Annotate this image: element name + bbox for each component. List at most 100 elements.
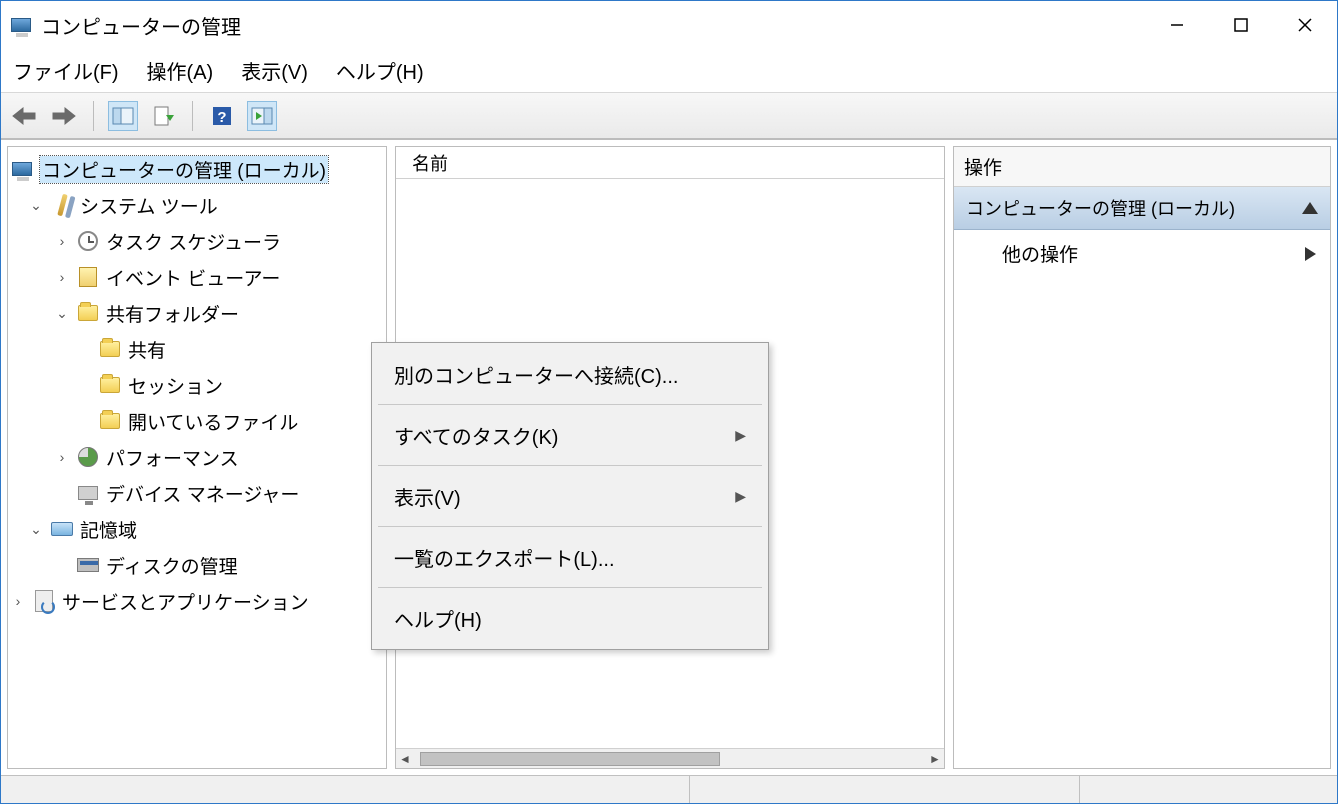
maximize-button[interactable] — [1209, 1, 1273, 49]
tree-task-scheduler[interactable]: › タスク スケジューラ — [10, 223, 384, 259]
show-hide-tree-button[interactable] — [108, 101, 138, 131]
titlebar-left: コンピューターの管理 — [9, 11, 241, 40]
tree-open-files[interactable]: 開いているファイル — [10, 403, 384, 439]
services-icon — [32, 589, 56, 613]
export-list-button[interactable] — [148, 101, 178, 131]
actions-group-header[interactable]: コンピューターの管理 (ローカル) — [954, 187, 1330, 230]
actions-pane-title: 操作 — [954, 147, 1330, 187]
minimize-icon — [1169, 17, 1185, 33]
folder-icon — [98, 337, 122, 361]
disk-icon — [76, 553, 100, 577]
tree-storage[interactable]: ⌄ 記憶域 — [10, 511, 384, 547]
collapse-icon[interactable]: ⌄ — [28, 197, 44, 214]
panel-icon — [112, 105, 134, 127]
tree-label: タスク スケジューラ — [106, 228, 281, 255]
tree-shared-folders[interactable]: ⌄ 共有フォルダー — [10, 295, 384, 331]
context-menu: 別のコンピューターへ接続(C)... すべてのタスク(K) ▶ 表示(V) ▶ … — [371, 342, 769, 650]
help-button[interactable]: ? — [207, 101, 237, 131]
ctx-view-label: 表示(V) — [394, 482, 461, 511]
context-separator — [378, 404, 762, 405]
collapse-icon[interactable]: ⌄ — [28, 521, 44, 538]
minimize-button[interactable] — [1145, 1, 1209, 49]
tree-label: 共有 — [128, 336, 166, 363]
actions-more[interactable]: 他の操作 — [954, 230, 1330, 277]
window-title: コンピューターの管理 — [41, 11, 241, 40]
folder-icon — [98, 409, 122, 433]
scroll-left-icon[interactable]: ◄ — [396, 752, 414, 766]
help-icon: ? — [211, 105, 233, 127]
arrow-right-icon — [51, 106, 77, 126]
export-icon — [152, 105, 174, 127]
expand-icon[interactable]: › — [54, 233, 70, 249]
ctx-all-tasks[interactable]: すべてのタスク(K) ▶ — [372, 408, 768, 462]
actions-pane: 操作 コンピューターの管理 (ローカル) 他の操作 — [953, 146, 1331, 769]
menubar: ファイル(F) 操作(A) 表示(V) ヘルプ(H) — [1, 49, 1337, 93]
tree-device-manager[interactable]: デバイス マネージャー — [10, 475, 384, 511]
list-header: 名前 — [396, 147, 944, 179]
tree: コンピューターの管理 (ローカル) ⌄ システム ツール › タスク スケジュー… — [8, 147, 386, 623]
column-name[interactable]: 名前 — [412, 150, 448, 176]
window-controls — [1145, 1, 1337, 49]
ctx-connect[interactable]: 別のコンピューターへ接続(C)... — [372, 347, 768, 401]
actions-group-label: コンピューターの管理 (ローカル) — [966, 195, 1235, 221]
device-icon — [76, 481, 100, 505]
scroll-right-icon[interactable]: ► — [926, 752, 944, 766]
menu-file[interactable]: ファイル(F) — [13, 56, 119, 85]
tools-icon — [50, 193, 74, 217]
tree-event-viewer[interactable]: › イベント ビューアー — [10, 259, 384, 295]
expand-icon[interactable]: › — [54, 449, 70, 465]
tree-root[interactable]: コンピューターの管理 (ローカル) — [10, 151, 384, 187]
clock-icon — [76, 229, 100, 253]
tree-services-apps[interactable]: › サービスとアプリケーション — [10, 583, 384, 619]
scrollbar-track[interactable] — [414, 752, 926, 766]
tree-performance[interactable]: › パフォーマンス — [10, 439, 384, 475]
statusbar — [1, 775, 1337, 803]
expand-icon[interactable]: › — [10, 593, 26, 609]
ctx-export-list[interactable]: 一覧のエクスポート(L)... — [372, 530, 768, 584]
tree-label: サービスとアプリケーション — [62, 588, 309, 615]
collapse-icon[interactable]: ⌄ — [54, 305, 70, 322]
close-icon — [1298, 18, 1312, 32]
status-cell — [1079, 776, 1337, 803]
status-cell — [1, 776, 689, 803]
tree-shares[interactable]: 共有 — [10, 331, 384, 367]
collapse-up-icon — [1302, 202, 1318, 214]
expand-icon[interactable]: › — [54, 269, 70, 285]
menu-help[interactable]: ヘルプ(H) — [336, 56, 424, 85]
context-separator — [378, 526, 762, 527]
ctx-help[interactable]: ヘルプ(H) — [372, 591, 768, 645]
folder-icon — [76, 301, 100, 325]
tree-system-tools[interactable]: ⌄ システム ツール — [10, 187, 384, 223]
app-icon — [9, 13, 33, 37]
toolbar-separator — [192, 101, 193, 131]
menu-action[interactable]: 操作(A) — [147, 56, 214, 85]
tree-sessions[interactable]: セッション — [10, 367, 384, 403]
context-separator — [378, 587, 762, 588]
tree-label: ディスクの管理 — [106, 552, 238, 579]
ctx-all-tasks-label: すべてのタスク(K) — [394, 421, 558, 450]
folder-icon — [98, 373, 122, 397]
ctx-export-label: 一覧のエクスポート(L)... — [394, 543, 615, 572]
tree-pane: コンピューターの管理 (ローカル) ⌄ システム ツール › タスク スケジュー… — [7, 146, 387, 769]
ctx-connect-label: 別のコンピューターへ接続(C)... — [394, 360, 678, 389]
status-cell — [689, 776, 1079, 803]
horizontal-scrollbar[interactable]: ◄ ► — [396, 748, 944, 768]
tree-root-label: コンピューターの管理 (ローカル) — [40, 156, 328, 183]
submenu-right-icon: ▶ — [735, 427, 746, 444]
show-actions-pane-button[interactable] — [247, 101, 277, 131]
scrollbar-thumb[interactable] — [420, 752, 720, 766]
tree-label: パフォーマンス — [106, 444, 239, 471]
app-window: コンピューターの管理 ファイル(F) 操作(A) 表示(V) ヘルプ(H) — [0, 0, 1338, 804]
nav-forward-button[interactable] — [49, 101, 79, 131]
close-button[interactable] — [1273, 1, 1337, 49]
nav-back-button[interactable] — [9, 101, 39, 131]
storage-icon — [50, 517, 74, 541]
tree-label: デバイス マネージャー — [106, 480, 299, 507]
svg-text:?: ? — [217, 109, 226, 126]
computer-icon — [10, 157, 34, 181]
arrow-left-icon — [11, 106, 37, 126]
tree-label: 共有フォルダー — [106, 300, 239, 327]
tree-disk-management[interactable]: ディスクの管理 — [10, 547, 384, 583]
menu-view[interactable]: 表示(V) — [241, 56, 308, 85]
ctx-view[interactable]: 表示(V) ▶ — [372, 469, 768, 523]
